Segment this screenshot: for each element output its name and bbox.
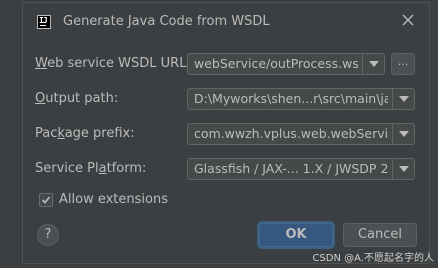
service-platform-label: Service Platform: — [35, 161, 147, 176]
output-path-combo[interactable]: D:\Myworks\shen...r\src\main\ja... — [187, 88, 415, 110]
chevron-down-icon — [399, 166, 409, 172]
output-path-label: Output path: — [35, 91, 119, 106]
package-prefix-label: Package prefix: — [35, 126, 135, 141]
package-prefix-dropdown[interactable] — [392, 124, 414, 144]
output-path-value: D:\Myworks\shen...r\src\main\ja... — [194, 91, 388, 106]
checkmark-icon — [41, 196, 51, 204]
help-button[interactable]: ? — [37, 224, 59, 246]
service-platform-dropdown[interactable] — [392, 159, 414, 179]
package-prefix-value: com.wwzh.vplus.web.webService — [194, 126, 388, 141]
watermark: CSDN @A.不愿起名字的人 — [312, 253, 434, 264]
ok-button[interactable]: OK — [259, 223, 333, 247]
close-icon[interactable] — [401, 13, 415, 27]
wsdl-url-combo[interactable]: webService/outProcess.wsdl — [187, 53, 385, 75]
wsdl-url-value: webService/outProcess.wsdl — [194, 56, 358, 71]
allow-extensions-label: Allow extensions — [59, 192, 168, 207]
cancel-button[interactable]: Cancel — [343, 223, 417, 247]
browse-button[interactable]: ... — [391, 53, 415, 75]
generate-java-code-dialog: IJ Generate Java Code from WSDL Web serv… — [22, 2, 430, 264]
service-platform-combo[interactable]: Glassfish / JAX-... 1.X / JWSDP 2.2 — [187, 158, 415, 180]
chevron-down-icon — [399, 96, 409, 102]
intellij-icon: IJ — [37, 15, 51, 29]
output-path-dropdown[interactable] — [392, 89, 414, 109]
package-prefix-combo[interactable]: com.wwzh.vplus.web.webService — [187, 123, 415, 145]
service-platform-value: Glassfish / JAX-... 1.X / JWSDP 2.2 — [194, 161, 388, 176]
allow-extensions-checkbox[interactable] — [39, 193, 53, 207]
dialog-title: Generate Java Code from WSDL — [63, 14, 270, 29]
title-bar: IJ Generate Java Code from WSDL — [23, 3, 429, 39]
wsdl-url-dropdown[interactable] — [362, 54, 384, 74]
chevron-down-icon — [399, 131, 409, 137]
chevron-down-icon — [369, 61, 379, 67]
wsdl-url-label: Web service WSDL URL: — [35, 56, 191, 71]
